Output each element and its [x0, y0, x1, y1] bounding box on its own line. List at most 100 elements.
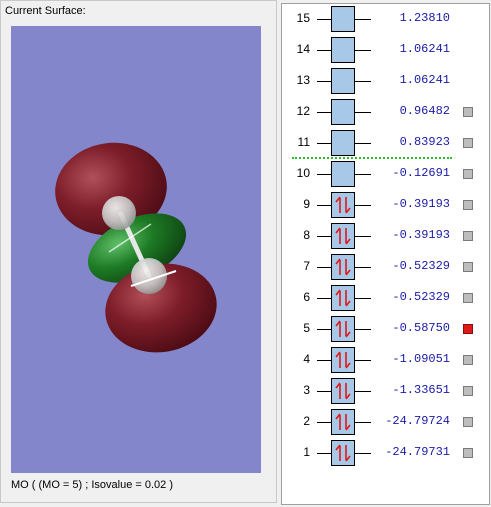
- homo-lumo-divider: [292, 157, 452, 159]
- energy-level-line: [355, 267, 371, 268]
- orbital-box[interactable]: [331, 37, 355, 63]
- mo-energy-value: -1.09051: [392, 352, 450, 366]
- mo-row[interactable]: 10 -0.12691: [282, 161, 489, 187]
- mo-index-label: 2: [303, 414, 310, 428]
- mo-energy-value: -0.12691: [392, 166, 450, 180]
- orbital-box[interactable]: [331, 192, 355, 218]
- orbital-box[interactable]: [331, 6, 355, 32]
- mo-index-label: 6: [303, 290, 310, 304]
- surface-toggle[interactable]: [463, 355, 473, 365]
- energy-level-line: [355, 329, 371, 330]
- orbital-box[interactable]: [331, 285, 355, 311]
- atom-top: [102, 196, 136, 230]
- current-surface-panel: Current Surface: MO ((MO = 5) ; Isovalu…: [0, 0, 277, 503]
- mo-energy-value: -0.39193: [392, 197, 450, 211]
- mo-energy-value: -0.52329: [392, 259, 450, 273]
- energy-level-line: [355, 391, 371, 392]
- mo-energy-diagram: 15 1.23810 14 1.06241 13 1.06241 12 0.96482 11 0.…: [281, 3, 490, 505]
- surface-toggle[interactable]: [463, 262, 473, 272]
- mo-row[interactable]: 7 -0.52329: [282, 254, 489, 280]
- mo-energy-value: -0.39193: [392, 228, 450, 242]
- mo-index-label: 13: [296, 73, 310, 87]
- mo-index-label: 10: [296, 166, 310, 180]
- mo-index-label: 5: [303, 321, 310, 335]
- energy-level-line: [355, 298, 371, 299]
- energy-level-line: [355, 19, 371, 20]
- mo-energy-value: -24.79731: [385, 445, 450, 459]
- mo-energy-value: 1.06241: [399, 42, 450, 56]
- mo-energy-value: 0.96482: [399, 104, 450, 118]
- energy-level-line: [355, 236, 371, 237]
- mo-row[interactable]: 13 1.06241: [282, 68, 489, 94]
- electron-pair-icon: [335, 320, 351, 338]
- mo-row[interactable]: 6 -0.52329: [282, 285, 489, 311]
- orbital-box[interactable]: [331, 347, 355, 373]
- electron-pair-icon: [335, 227, 351, 245]
- orbital-box[interactable]: [331, 378, 355, 404]
- orbital-box[interactable]: [331, 316, 355, 342]
- electron-pair-icon: [335, 289, 351, 307]
- mo-index-label: 3: [303, 383, 310, 397]
- mo-energy-value: 1.23810: [399, 11, 450, 25]
- energy-level-line: [317, 298, 331, 299]
- surface-toggle[interactable]: [463, 386, 473, 396]
- surface-toggle[interactable]: [463, 231, 473, 241]
- energy-level-line: [317, 329, 331, 330]
- energy-level-line: [317, 143, 331, 144]
- surface-toggle[interactable]: [463, 200, 473, 210]
- mo-energy-value: -1.33651: [392, 383, 450, 397]
- orbital-box[interactable]: [331, 223, 355, 249]
- orbital-box[interactable]: [331, 130, 355, 156]
- mo-row[interactable]: 1 -24.79731: [282, 440, 489, 466]
- energy-level-line: [355, 174, 371, 175]
- surface-toggle[interactable]: [463, 417, 473, 427]
- mo-index-label: 1: [303, 445, 310, 459]
- mo-energy-value: 1.06241: [399, 73, 450, 87]
- mo-row[interactable]: 11 0.83923: [282, 130, 489, 156]
- mo-energy-value: -0.52329: [392, 290, 450, 304]
- orbital-box[interactable]: [331, 440, 355, 466]
- mo-row[interactable]: 14 1.06241: [282, 37, 489, 63]
- surface-toggle-selected[interactable]: [463, 324, 473, 334]
- energy-level-line: [317, 422, 331, 423]
- energy-level-line: [317, 174, 331, 175]
- mo-index-label: 8: [303, 228, 310, 242]
- energy-level-line: [317, 236, 331, 237]
- mo-index-label: 11: [297, 135, 310, 149]
- energy-level-line: [355, 453, 371, 454]
- mo-row[interactable]: 12 0.96482: [282, 99, 489, 125]
- electron-pair-icon: [335, 351, 351, 369]
- orbital-box[interactable]: [331, 409, 355, 435]
- orbital-box[interactable]: [331, 254, 355, 280]
- mo-row[interactable]: 15 1.23810: [282, 6, 489, 32]
- electron-pair-icon: [335, 258, 351, 276]
- surface-toggle[interactable]: [463, 448, 473, 458]
- energy-level-line: [317, 19, 331, 20]
- energy-level-line: [355, 143, 371, 144]
- mo-row[interactable]: 3 -1.33651: [282, 378, 489, 404]
- mo-row[interactable]: 4 -1.09051: [282, 347, 489, 373]
- energy-level-line: [317, 50, 331, 51]
- orbital-box[interactable]: [331, 99, 355, 125]
- orbital-box[interactable]: [331, 68, 355, 94]
- surface-toggle[interactable]: [463, 138, 473, 148]
- surface-toggle[interactable]: [463, 169, 473, 179]
- mo-row[interactable]: 2 -24.79724: [282, 409, 489, 435]
- energy-level-line: [317, 205, 331, 206]
- energy-level-line: [355, 422, 371, 423]
- surface-toggle[interactable]: [463, 107, 473, 117]
- electron-pair-icon: [335, 196, 351, 214]
- mo-row[interactable]: 8 -0.39193: [282, 223, 489, 249]
- orbital-3d-viewport[interactable]: [11, 26, 261, 473]
- mo-energy-value: -24.79724: [385, 414, 450, 428]
- orbital-box[interactable]: [331, 161, 355, 187]
- mo-index-label: 12: [296, 104, 310, 118]
- electron-pair-icon: [335, 413, 351, 431]
- energy-level-line: [317, 453, 331, 454]
- surface-toggle[interactable]: [463, 293, 473, 303]
- energy-level-line: [317, 267, 331, 268]
- mo-row[interactable]: 5 -0.58750: [282, 316, 489, 342]
- energy-level-line: [355, 112, 371, 113]
- surface-panel-title: Current Surface:: [5, 5, 86, 17]
- mo-row[interactable]: 9 -0.39193: [282, 192, 489, 218]
